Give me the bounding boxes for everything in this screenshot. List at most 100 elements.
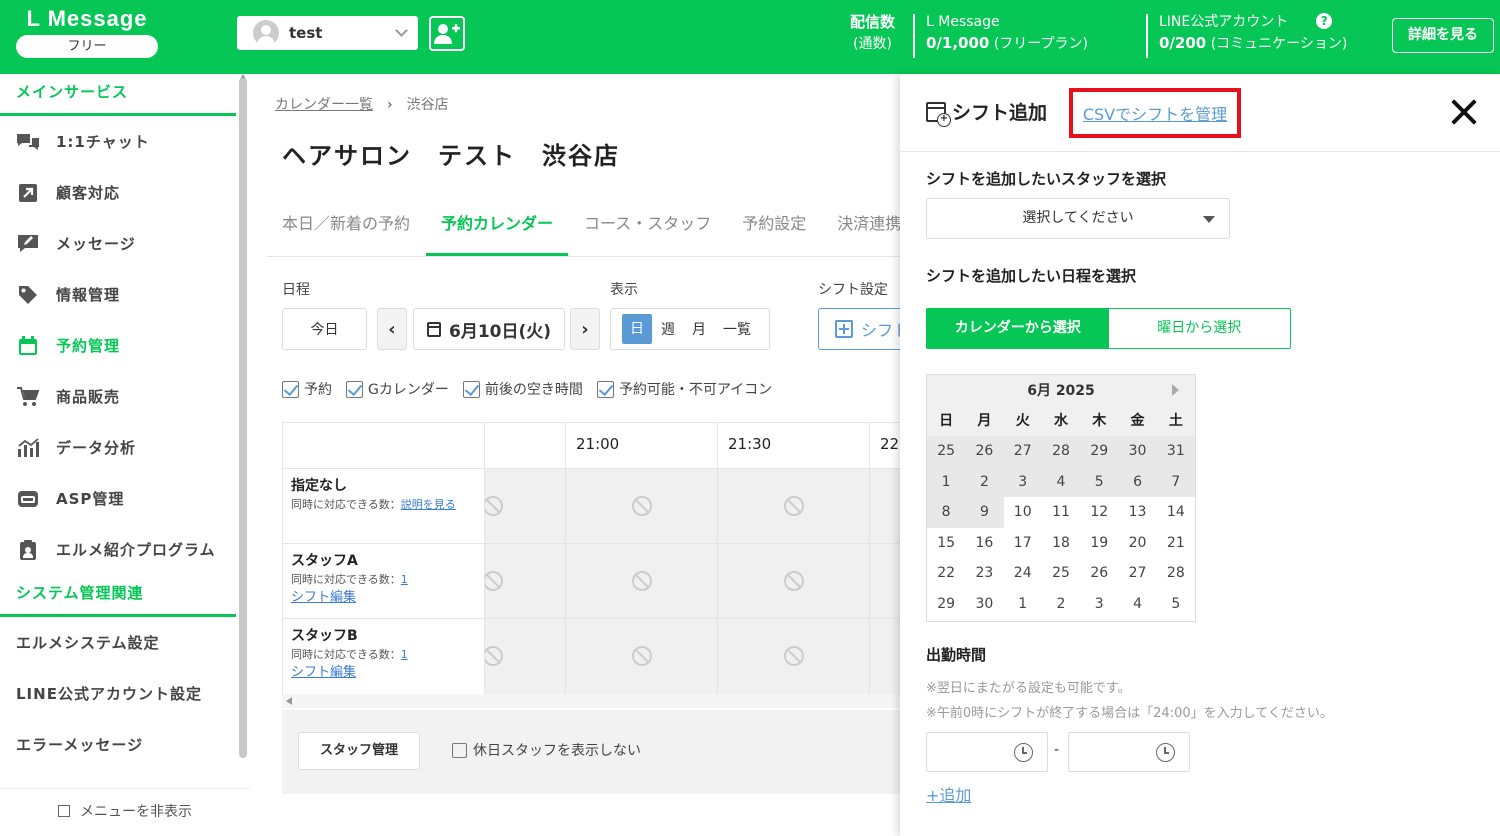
date-cell[interactable]: 1 <box>1004 589 1042 620</box>
date-cell[interactable]: 4 <box>1118 589 1156 620</box>
date-cell[interactable]: 2 <box>1042 589 1080 620</box>
check-reservation[interactable]: 予約 <box>282 379 332 399</box>
sidebar-item-error-messages[interactable]: エラーメッセージ <box>0 719 236 770</box>
view-day[interactable]: 日 <box>622 314 652 344</box>
date-cell[interactable]: 30 <box>1118 436 1157 467</box>
date-cell[interactable]: 3 <box>1080 589 1118 620</box>
grid-cell[interactable] <box>483 469 566 544</box>
add-time-link[interactable]: +追加 <box>926 782 971 806</box>
tab-calendar[interactable]: 予約カレンダー <box>426 208 569 256</box>
date-cell[interactable]: 27 <box>1118 558 1156 589</box>
details-button[interactable]: 詳細を見る <box>1392 18 1494 53</box>
date-cell[interactable]: 26 <box>965 436 1004 467</box>
grid-cell[interactable] <box>870 469 900 544</box>
logo[interactable]: L Message フリー <box>16 6 158 58</box>
sidebar-item-chat[interactable]: 1:1チャット <box>0 116 236 167</box>
date-cell[interactable]: 14 <box>1157 497 1195 528</box>
date-cell[interactable]: 10 <box>1004 497 1042 528</box>
grid-cell[interactable] <box>870 619 900 694</box>
sidebar-item-referral[interactable]: エルメ紹介プログラム <box>0 524 236 575</box>
date-cell[interactable]: 13 <box>1118 497 1156 528</box>
sidebar-item-analytics[interactable]: データ分析 <box>0 422 236 473</box>
date-cell[interactable]: 23 <box>965 558 1003 589</box>
grid-cell[interactable] <box>718 619 870 694</box>
capacity-link[interactable]: 1 <box>401 573 408 586</box>
date-cell[interactable]: 8 <box>927 497 966 528</box>
explanation-link[interactable]: 説明を見る <box>401 498 456 511</box>
tab-today[interactable]: 本日／新着の予約 <box>267 208 425 256</box>
date-cell[interactable]: 5 <box>1080 466 1119 497</box>
date-cell[interactable]: 25 <box>1042 558 1080 589</box>
hide-holiday-staff-checkbox[interactable]: 休日スタッフを表示しない <box>452 740 641 760</box>
grid-cell[interactable] <box>483 619 566 694</box>
grid-cell[interactable] <box>718 469 870 544</box>
date-cell[interactable]: 12 <box>1080 497 1118 528</box>
grid-cell[interactable] <box>566 619 718 694</box>
date-cell[interactable]: 21 <box>1157 528 1195 559</box>
capacity-link[interactable]: 1 <box>401 648 408 661</box>
date-cell[interactable]: 20 <box>1118 528 1156 559</box>
date-cell[interactable]: 24 <box>1004 558 1042 589</box>
mode-calendar-button[interactable]: カレンダーから選択 <box>927 309 1109 348</box>
date-cell[interactable]: 18 <box>1042 528 1080 559</box>
date-cell[interactable]: 30 <box>965 589 1003 620</box>
date-cell[interactable]: 3 <box>1003 466 1042 497</box>
check-availability-icon[interactable]: 予約可能・不可アイコン <box>596 379 772 399</box>
check-gcalendar[interactable]: Gカレンダー <box>346 379 449 399</box>
grid-cell[interactable] <box>483 544 566 619</box>
date-cell[interactable]: 6 <box>1118 466 1157 497</box>
view-month[interactable]: 月 <box>692 319 706 339</box>
tab-payment[interactable]: 決済連携 <box>822 208 900 256</box>
hide-menu-button[interactable]: メニューを非表示 <box>0 788 250 836</box>
date-cell[interactable]: 29 <box>1080 436 1119 467</box>
date-cell[interactable]: 31 <box>1156 436 1195 467</box>
sidebar-item-sales[interactable]: 商品販売 <box>0 371 236 422</box>
next-day-button[interactable]: › <box>570 308 600 350</box>
sidebar-item-customer[interactable]: 顧客対応 <box>0 167 236 218</box>
help-icon[interactable]: ? <box>1316 13 1333 29</box>
date-cell[interactable]: 7 <box>1156 466 1195 497</box>
account-selector[interactable]: test <box>237 16 418 50</box>
date-cell[interactable]: 19 <box>1080 528 1118 559</box>
close-icon[interactable] <box>1450 98 1478 126</box>
date-cell[interactable]: 15 <box>927 528 965 559</box>
grid-cell[interactable] <box>566 544 718 619</box>
mode-weekday-button[interactable]: 曜日から選択 <box>1109 309 1291 348</box>
date-cell[interactable]: 5 <box>1157 589 1195 620</box>
today-button[interactable]: 今日 <box>282 308 367 350</box>
tab-reservation-settings[interactable]: 予約設定 <box>727 208 821 256</box>
sidebar-item-reservation[interactable]: 予約管理 <box>0 320 236 371</box>
grid-cell[interactable] <box>566 469 718 544</box>
date-cell[interactable]: 28 <box>1157 558 1195 589</box>
date-cell[interactable]: 16 <box>965 528 1003 559</box>
sidebar-item-line-settings[interactable]: LINE公式アカウント設定 <box>0 668 236 719</box>
date-cell[interactable]: 22 <box>927 558 965 589</box>
view-list[interactable]: 一覧 <box>723 319 751 339</box>
sidebar-item-message[interactable]: メッセージ <box>0 218 236 269</box>
date-cell[interactable]: 27 <box>1003 436 1042 467</box>
staff-select[interactable]: 選択してください <box>926 198 1230 239</box>
check-buffer-time[interactable]: 前後の空き時間 <box>462 379 583 399</box>
add-shift-button[interactable]: シフト <box>818 308 900 350</box>
date-cell[interactable]: 9 <box>965 497 1004 528</box>
breadcrumb-calendar-list[interactable]: カレンダー一覧 <box>275 97 373 113</box>
date-picker-button[interactable]: 6月10日(火) <box>413 308 565 350</box>
prev-day-button[interactable]: ‹ <box>377 308 407 350</box>
start-time-input[interactable] <box>926 732 1048 772</box>
horizontal-scrollbar[interactable] <box>282 694 900 708</box>
date-cell[interactable]: 11 <box>1042 497 1080 528</box>
sidebar-scrollbar[interactable] <box>239 78 247 758</box>
date-cell[interactable]: 25 <box>927 436 966 467</box>
csv-manage-link[interactable]: CSVでシフトを管理 <box>1083 101 1227 125</box>
sidebar-item-asp[interactable]: ASP管理 <box>0 473 236 524</box>
grid-cell[interactable] <box>870 544 900 619</box>
date-cell[interactable]: 2 <box>965 466 1004 497</box>
add-user-icon[interactable] <box>429 16 465 51</box>
grid-cell[interactable] <box>718 544 870 619</box>
date-cell[interactable]: 26 <box>1080 558 1118 589</box>
date-cell[interactable]: 4 <box>1041 466 1081 497</box>
end-time-input[interactable] <box>1068 732 1190 772</box>
staff-management-button[interactable]: スタッフ管理 <box>298 732 420 770</box>
edit-shift-link[interactable]: シフト編集 <box>291 590 356 605</box>
tab-course-staff[interactable]: コース・スタッフ <box>569 208 726 256</box>
